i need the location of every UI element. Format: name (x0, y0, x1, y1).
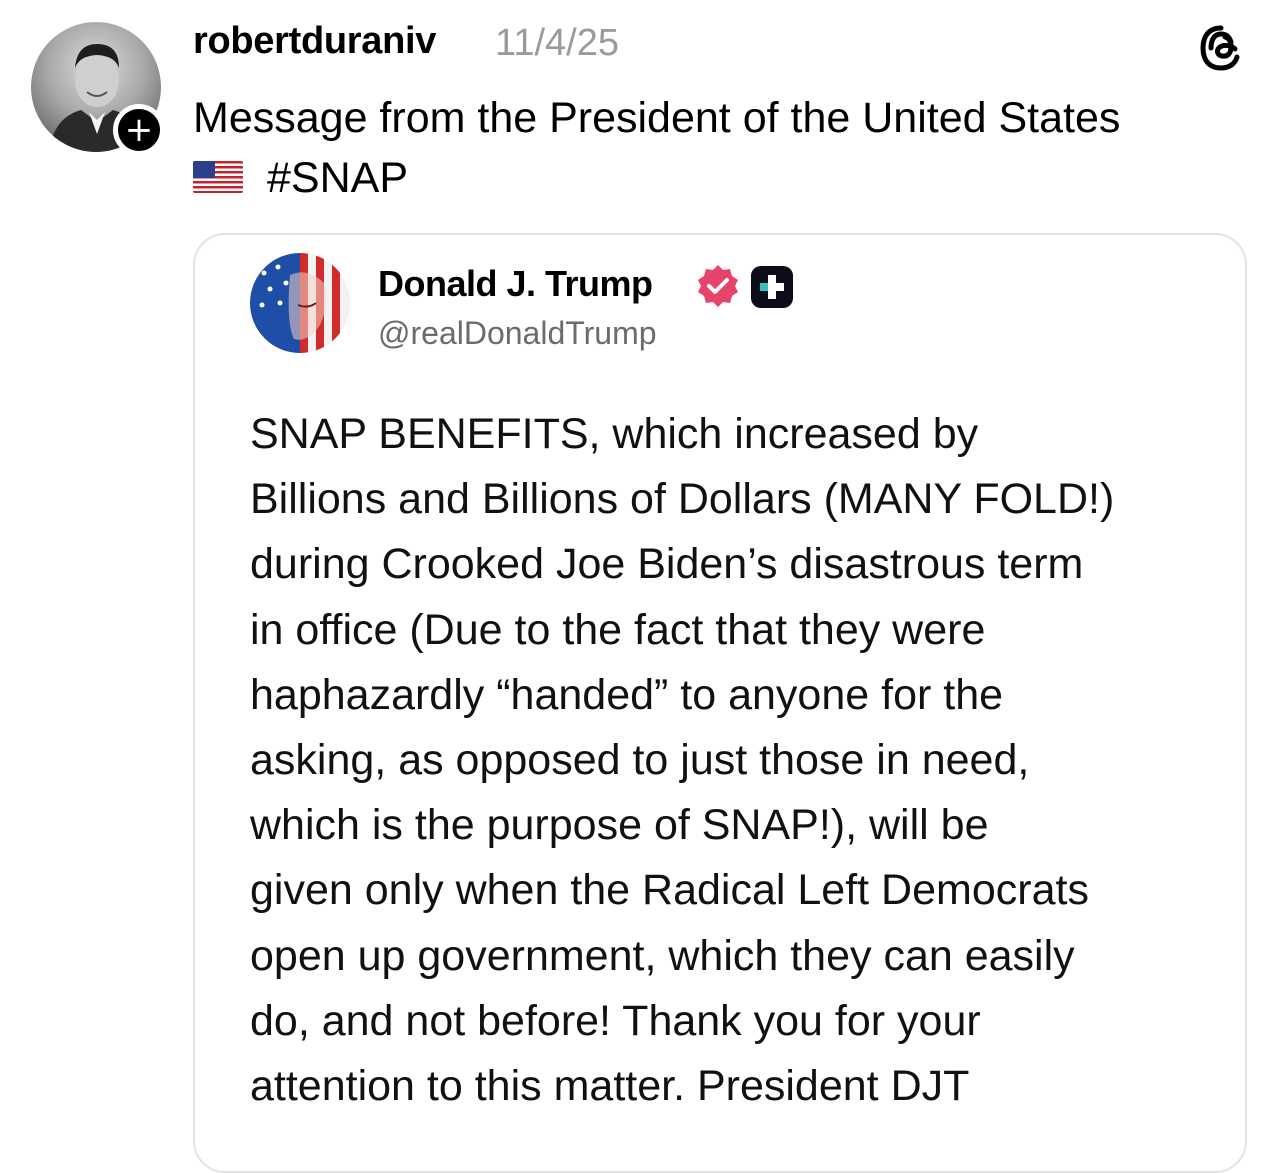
threads-post: + robertduraniv 11/4/25 Message from the… (0, 0, 1284, 1173)
quoted-author-name: Donald J. Trump (378, 263, 653, 304)
post-timestamp: 11/4/25 (495, 22, 619, 64)
quoted-post-text: SNAP BENEFITS, which increased by Billio… (250, 410, 1115, 1111)
author-avatar-container[interactable]: + (31, 22, 165, 156)
truth-social-plus-icon (751, 266, 793, 308)
verified-badge-icon (698, 265, 738, 307)
follow-button[interactable]: + (113, 104, 165, 156)
hashtag-link[interactable]: #SNAP (267, 154, 408, 202)
post-caption: Message from the President of the United… (193, 88, 1120, 208)
us-flag-icon (193, 160, 243, 193)
quoted-author-handle: @realDonaldTrump (378, 315, 657, 351)
author-username[interactable]: robertduraniv (193, 20, 436, 63)
caption-text: Message from the President of the United… (193, 94, 1121, 142)
threads-logo-icon[interactable] (1195, 22, 1247, 74)
plus-icon: + (124, 110, 154, 150)
stylized-flag-portrait-icon (250, 253, 350, 353)
quoted-author-avatar (250, 253, 350, 353)
quoted-post-card[interactable]: Donald J. Trump @realDonaldTrump SNAP BE… (193, 233, 1247, 1173)
caption-hashtag-line: #SNAP (193, 148, 1120, 208)
